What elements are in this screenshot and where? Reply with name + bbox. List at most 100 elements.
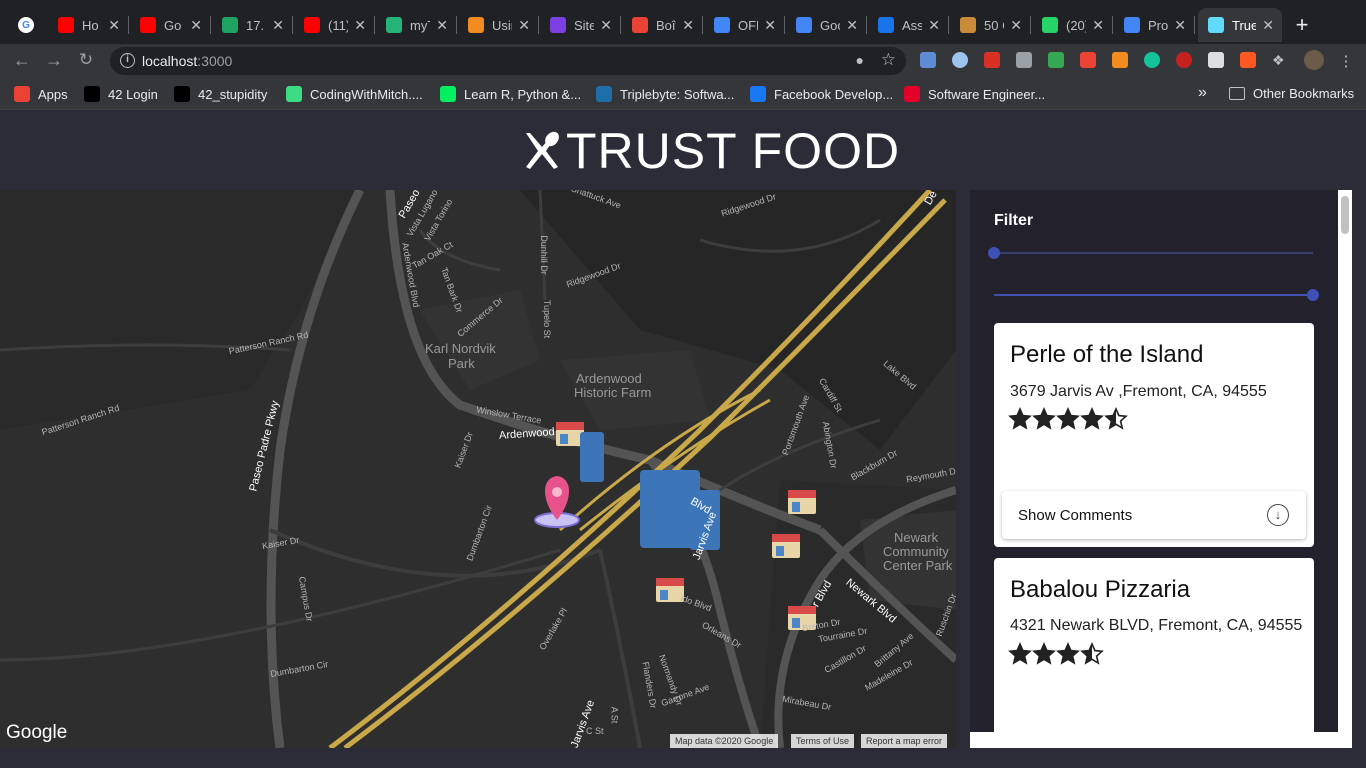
bookmark-item[interactable]: 42 Login: [84, 86, 158, 102]
tab-label: 50 Com: [984, 17, 1004, 33]
back-button[interactable]: ←: [11, 50, 33, 71]
terms-of-use-link[interactable]: Terms of Use: [791, 734, 855, 748]
close-tab-icon[interactable]: ✕: [600, 17, 612, 34]
bookmark-item[interactable]: 42_stupidity: [174, 86, 267, 102]
user-location-pin[interactable]: [534, 476, 580, 528]
bookmark-item[interactable]: Learn R, Python &...: [440, 86, 581, 102]
close-tab-icon[interactable]: ✕: [764, 17, 776, 34]
browser-tab[interactable]: OFFER ✕: [704, 8, 784, 42]
browser-tab[interactable]: Using t ✕: [458, 8, 538, 42]
browser-tab[interactable]: Ho ✕: [48, 8, 128, 42]
close-tab-icon[interactable]: ✕: [354, 17, 366, 34]
slider-thumb[interactable]: [988, 247, 1000, 259]
browser-tab[interactable]: 17. ✕: [212, 8, 292, 42]
tab-label: OFFER: [738, 17, 758, 33]
show-comments-button[interactable]: Show Comments ↓: [1002, 491, 1306, 539]
slider-track: [994, 252, 1313, 254]
adblock-icon[interactable]: [1176, 52, 1192, 68]
sidebar-scrollbar[interactable]: [1338, 190, 1352, 748]
forward-button[interactable]: →: [43, 50, 65, 71]
map-view[interactable]: Ardenwood Blvd Paseo Vista Lugano Vista …: [0, 190, 956, 748]
extension-icon[interactable]: [1112, 52, 1128, 68]
browser-tab[interactable]: Site de ✕: [540, 8, 620, 42]
whatsapp-icon: [1042, 17, 1058, 33]
extension-icon[interactable]: [1016, 52, 1032, 68]
browser-tab[interactable]: 50 Com ✕: [950, 8, 1030, 42]
star-full-icon: [1056, 407, 1080, 430]
close-tab-icon[interactable]: ✕: [108, 17, 120, 34]
browser-tab[interactable]: True ✕: [1198, 8, 1282, 42]
close-tab-icon[interactable]: ✕: [436, 17, 448, 34]
bookmark-label: Learn R, Python &...: [464, 86, 582, 102]
bookmark-item[interactable]: Apps: [14, 86, 68, 102]
browser-tab[interactable]: Associa ✕: [868, 8, 948, 42]
reload-button[interactable]: ↻: [75, 50, 97, 70]
restaurant-marker[interactable]: [788, 490, 816, 514]
scrollbar-thumb[interactable]: [1341, 196, 1349, 234]
bookmark-label: Triplebyte: Softwa...: [620, 86, 735, 102]
site-info-icon[interactable]: i: [120, 53, 135, 68]
restaurant-card[interactable]: Babalou Pizzaria 4321 Newark BLVD, Fremo…: [994, 558, 1314, 748]
tab-label: True: [1232, 17, 1257, 33]
restaurant-card[interactable]: Perle of the Island 3679 Jarvis Av ,Frem…: [994, 323, 1314, 547]
apps-grid-icon: [14, 86, 30, 102]
new-tab-button[interactable]: +: [1292, 12, 1312, 38]
bookmark-star-icon[interactable]: ☆: [881, 50, 896, 70]
bookmark-item[interactable]: CodingWithMitch....: [286, 86, 423, 102]
m-icon: [550, 17, 566, 33]
browser-tab[interactable]: (11) Re ✕: [294, 8, 374, 42]
bookmark-label: 42_stupidity: [198, 86, 268, 102]
k-icon: [904, 86, 920, 102]
browser-tab[interactable]: myTeac ✕: [376, 8, 456, 42]
grammarly-icon[interactable]: [1144, 52, 1160, 68]
filter-slider-min[interactable]: [988, 247, 1313, 259]
tab-label: (20) W: [1066, 17, 1086, 33]
map-label: Tupelo St: [542, 299, 553, 339]
close-tab-icon[interactable]: ✕: [272, 17, 284, 34]
close-tab-icon[interactable]: ✕: [1092, 17, 1104, 34]
folder-icon: [1229, 87, 1245, 100]
more-bookmarks-chevron[interactable]: »: [1198, 84, 1207, 102]
slider-thumb[interactable]: [1307, 289, 1319, 301]
other-bookmarks-folder[interactable]: Other Bookmarks: [1229, 86, 1354, 101]
extension-icon[interactable]: [984, 52, 1000, 68]
profile-avatar[interactable]: [1304, 50, 1324, 70]
tab-label: Google: [820, 17, 840, 33]
browser-tab[interactable]: Propos ✕: [1114, 8, 1194, 42]
restaurant-marker[interactable]: [772, 534, 800, 558]
bookmark-item[interactable]: Software Engineer...: [904, 86, 1045, 102]
browser-tab[interactable]: Go ✕: [130, 8, 210, 42]
extension-icon[interactable]: [1240, 52, 1256, 68]
tab-separator: [128, 16, 129, 34]
report-map-error-link[interactable]: Report a map error: [861, 734, 948, 748]
close-tab-icon[interactable]: ✕: [190, 17, 202, 34]
close-tab-icon[interactable]: ✕: [682, 17, 694, 34]
close-tab-icon[interactable]: ✕: [1010, 17, 1022, 34]
youtube-icon: [140, 17, 156, 33]
extension-icon[interactable]: [920, 52, 936, 68]
address-bar[interactable]: i localhost:3000 ● ☆: [110, 47, 906, 75]
tab-separator: [1112, 16, 1113, 34]
browser-tab[interactable]: Google ✕: [786, 8, 866, 42]
close-tab-icon[interactable]: ✕: [1174, 17, 1186, 34]
filter-slider-max[interactable]: [994, 289, 1319, 301]
map-label: Newark: [894, 530, 939, 545]
bookmark-item[interactable]: Triplebyte: Softwa...: [596, 86, 734, 102]
close-tab-icon[interactable]: ✕: [928, 17, 940, 34]
restaurant-marker[interactable]: [556, 422, 584, 446]
extension-icon[interactable]: [1048, 52, 1064, 68]
close-tab-icon[interactable]: ✕: [518, 17, 530, 34]
extension-icon[interactable]: [1208, 52, 1224, 68]
google-tab[interactable]: G: [12, 8, 42, 42]
extension-icon[interactable]: [952, 52, 968, 68]
close-tab-icon[interactable]: ✕: [846, 17, 858, 34]
datacamp-icon: [440, 86, 456, 102]
extension-icon[interactable]: [1080, 52, 1096, 68]
location-pin-icon[interactable]: ●: [856, 52, 864, 68]
close-tab-icon[interactable]: ✕: [1262, 17, 1274, 34]
browser-tab[interactable]: Boîte d ✕: [622, 8, 702, 42]
extensions-puzzle-icon[interactable]: ❖: [1272, 52, 1288, 68]
browser-tab[interactable]: (20) W ✕: [1032, 8, 1112, 42]
menu-dots-icon[interactable]: ⋮: [1338, 52, 1354, 70]
bookmark-item[interactable]: Facebook Develop...: [750, 86, 893, 102]
